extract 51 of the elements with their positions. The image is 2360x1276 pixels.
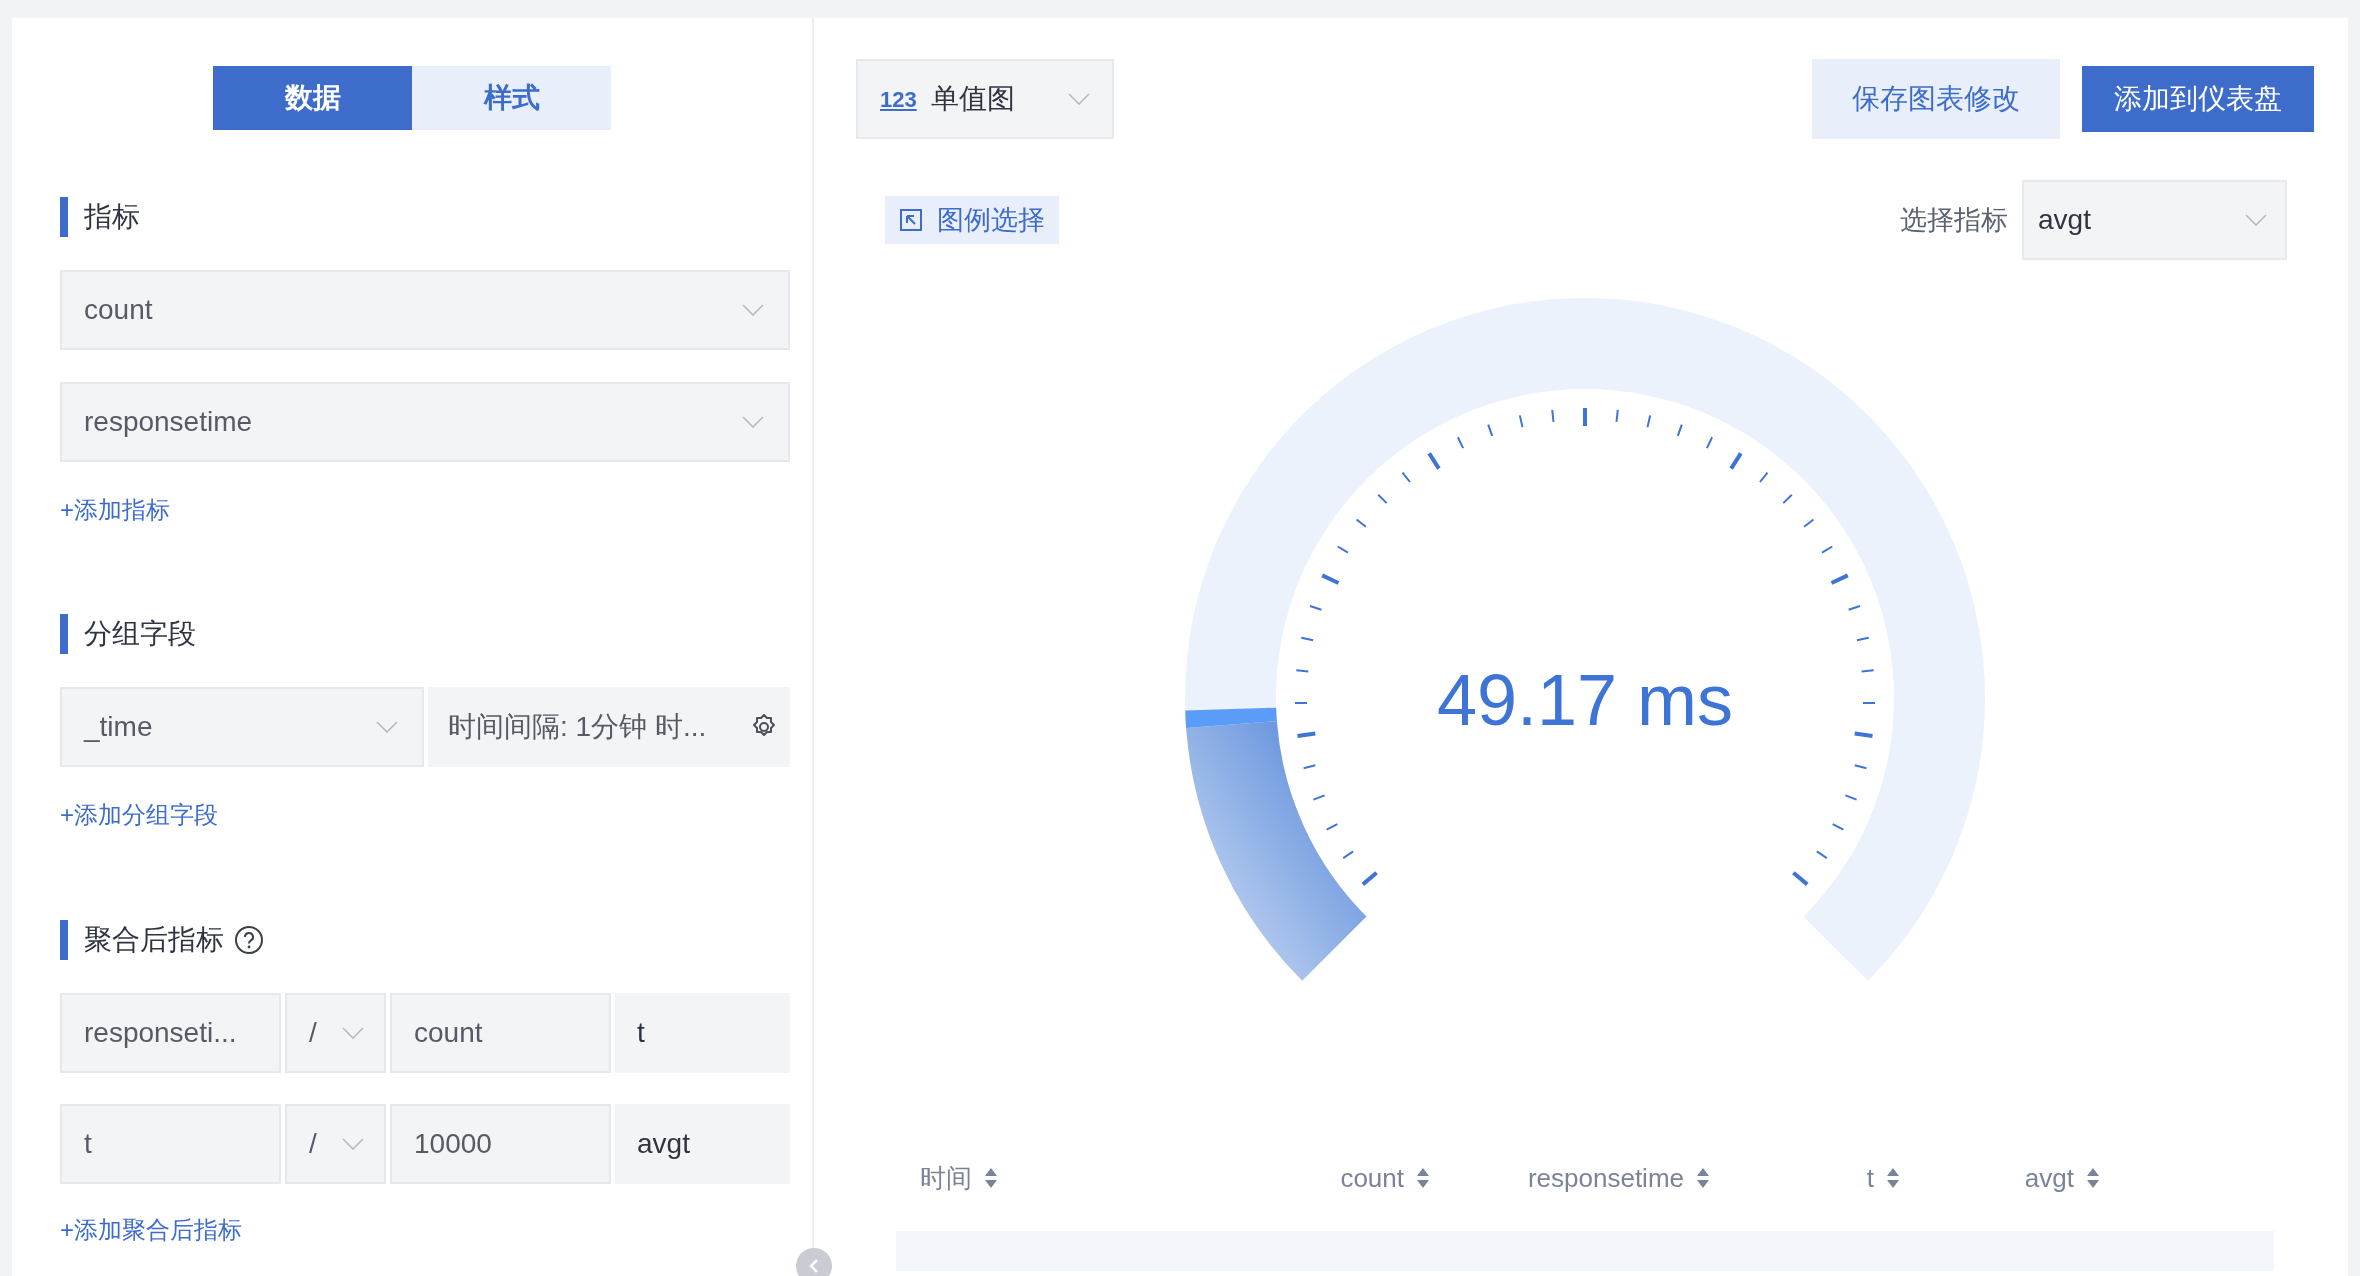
sort-icon[interactable]	[1696, 1167, 1710, 1189]
column-header[interactable]: count	[1340, 1158, 1404, 1198]
section-accent-bar	[60, 614, 68, 654]
chevron-left-icon	[808, 1258, 820, 1274]
add-link[interactable]: +添加聚合后指标	[60, 1212, 242, 1248]
tab[interactable]: 数据	[213, 66, 412, 130]
add-link[interactable]: +添加指标	[60, 492, 170, 528]
sort-icon[interactable]	[1886, 1167, 1900, 1189]
legend-select-button[interactable]: 图例选择	[885, 196, 1059, 244]
help-icon	[234, 925, 264, 955]
cursor-box-icon	[899, 208, 923, 232]
section-accent-bar	[60, 920, 68, 960]
section-title: 分组字段	[84, 617, 196, 651]
metric-picker-label: 选择指标	[1900, 203, 2008, 237]
column-header[interactable]: responsetime	[1527, 1158, 1684, 1198]
sort-icon[interactable]	[2086, 1167, 2100, 1189]
chevron-down-icon	[342, 1027, 364, 1039]
operand-field[interactable]: t	[60, 1104, 281, 1184]
section-accent-bar	[60, 197, 68, 237]
save-chart-button[interactable]: 保存图表修改	[1812, 59, 2060, 139]
operator-select[interactable]: /	[285, 993, 386, 1073]
column-header[interactable]: avgt	[2024, 1158, 2074, 1198]
result-name-field[interactable]: t	[615, 993, 790, 1073]
chevron-down-icon	[1068, 93, 1090, 105]
chevron-down-icon	[342, 1138, 364, 1150]
chevron-down-icon	[376, 721, 398, 733]
operand-field[interactable]: 10000	[390, 1104, 611, 1184]
column-header[interactable]: 时间	[920, 1158, 972, 1198]
result-name-field[interactable]: avgt	[615, 1104, 790, 1184]
gauge-value: 49.17 ms	[1435, 660, 1735, 740]
select-field[interactable]: _time	[60, 687, 424, 767]
operator-select[interactable]: /	[285, 1104, 386, 1184]
chart-type-select[interactable]: 123 单值图	[856, 59, 1114, 139]
add-to-dashboard-button[interactable]: 添加到仪表盘	[2082, 66, 2314, 132]
add-link[interactable]: +添加分组字段	[60, 797, 218, 833]
tab[interactable]: 样式	[412, 66, 611, 130]
sort-icon[interactable]	[984, 1167, 998, 1189]
column-header[interactable]: t	[1866, 1158, 1874, 1198]
select-field[interactable]: count	[60, 270, 790, 350]
metric-select[interactable]: avgt	[2022, 180, 2287, 260]
sort-icon[interactable]	[1416, 1167, 1430, 1189]
interval-field[interactable]: 时间间隔: 1分钟 时...	[428, 687, 790, 767]
section-title: 聚合后指标	[84, 923, 224, 957]
chevron-down-icon	[742, 416, 764, 428]
operand-field[interactable]: responseti...	[60, 993, 281, 1073]
chart-type-icon: 123	[880, 82, 917, 116]
chevron-down-icon	[742, 304, 764, 316]
chevron-down-icon	[2245, 214, 2267, 226]
operand-field[interactable]: count	[390, 993, 611, 1073]
select-field[interactable]: responsetime	[60, 382, 790, 462]
section-title: 指标	[84, 200, 140, 234]
